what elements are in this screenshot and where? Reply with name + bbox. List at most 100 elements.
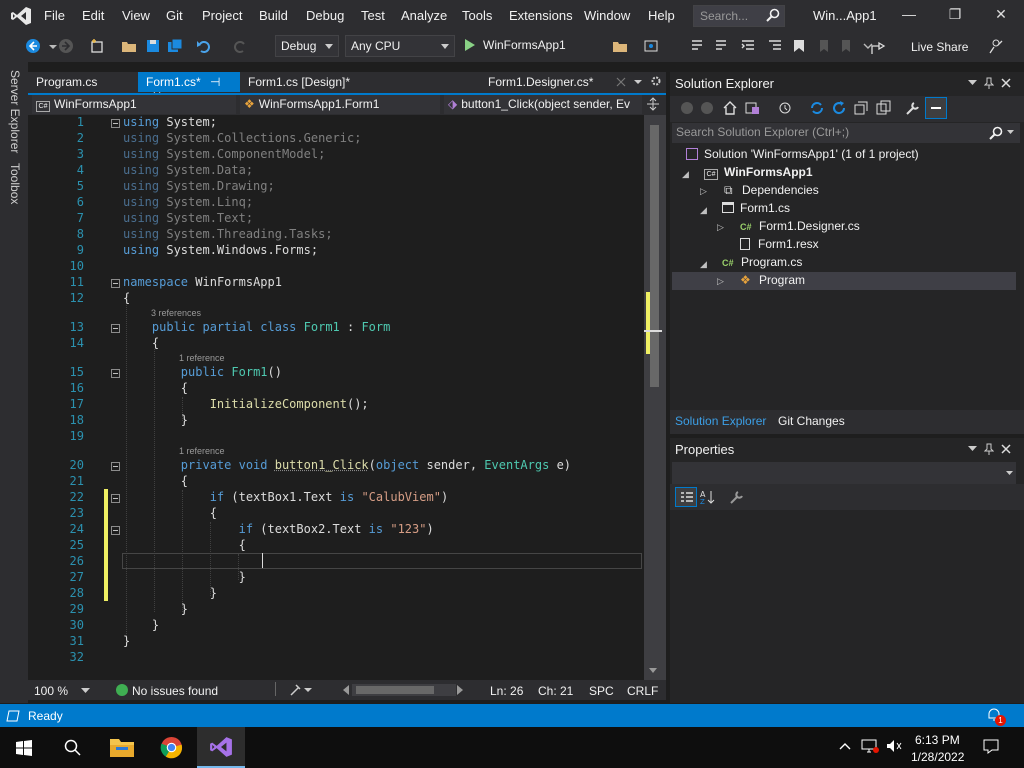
- undo-icon[interactable]: [196, 38, 212, 54]
- project-navigation-dropdown[interactable]: C# WinFormsApp1: [32, 95, 236, 114]
- tree-item-solution[interactable]: Solution 'WinFormsApp1' (1 of 1 project): [686, 147, 919, 161]
- open-folder-icon[interactable]: [121, 38, 137, 54]
- menu-extensions[interactable]: Extensions: [509, 8, 573, 23]
- tree-item-project[interactable]: C# WinFormsApp1: [704, 165, 813, 180]
- search-icon[interactable]: [64, 739, 81, 756]
- start-debugging-icon[interactable]: [465, 39, 475, 51]
- tab-form1-designer-cs[interactable]: Form1.Designer.cs*: [480, 72, 630, 92]
- close-panel-icon[interactable]: [1001, 444, 1011, 454]
- configuration-dropdown[interactable]: Debug: [275, 35, 339, 57]
- preview-selected-items-button[interactable]: [925, 97, 947, 119]
- tab-solution-explorer[interactable]: Solution Explorer: [675, 414, 766, 428]
- type-navigation-dropdown[interactable]: ❖ WinFormsApp1.Form1: [240, 95, 440, 114]
- codelens-references[interactable]: 1 reference: [179, 446, 225, 456]
- menu-file[interactable]: File: [44, 8, 65, 23]
- menu-window[interactable]: Window: [584, 8, 630, 23]
- tree-item-form1-designer-cs[interactable]: C# Form1.Designer.cs: [740, 219, 860, 233]
- panel-menu-icon[interactable]: [968, 80, 977, 86]
- alphabetical-sort-icon[interactable]: AZ: [700, 489, 716, 505]
- solution-explorer-search-input[interactable]: Search Solution Explorer (Ctrl+;): [672, 123, 1020, 143]
- pin-icon[interactable]: [984, 443, 994, 455]
- save-icon[interactable]: [145, 38, 161, 54]
- chevron-down-icon[interactable]: [81, 688, 90, 694]
- tab-form1-cs[interactable]: Form1.cs* ⊣✕: [138, 72, 240, 103]
- chrome-taskbar-button[interactable]: [148, 727, 196, 768]
- menu-build[interactable]: Build: [259, 8, 288, 23]
- tree-item-dependencies[interactable]: ⧉ Dependencies: [724, 183, 819, 198]
- split-window-icon[interactable]: [646, 97, 660, 111]
- menu-test[interactable]: Test: [361, 8, 385, 23]
- maximize-button[interactable]: ❐: [940, 6, 970, 26]
- toolbox-tab[interactable]: Toolbox: [8, 163, 22, 204]
- browser-link-icon[interactable]: [643, 38, 659, 54]
- sync-with-active-document-icon[interactable]: [809, 100, 825, 116]
- pending-changes-filter-icon[interactable]: [777, 100, 793, 116]
- scroll-left-icon[interactable]: [342, 685, 350, 695]
- pin-tab-icon[interactable]: ⊣: [210, 75, 220, 89]
- refresh-icon[interactable]: [831, 100, 847, 116]
- collapse-all-icon[interactable]: [853, 100, 869, 116]
- categorized-button[interactable]: [675, 487, 697, 507]
- close-window-button[interactable]: ✕: [986, 6, 1016, 26]
- menu-view[interactable]: View: [122, 8, 150, 23]
- property-pages-wrench-icon[interactable]: [729, 489, 745, 505]
- feedback-icon[interactable]: [988, 38, 1004, 54]
- prev-bookmark-icon[interactable]: [816, 38, 832, 54]
- indent-icon[interactable]: [740, 38, 756, 54]
- volume-icon[interactable]: [886, 739, 902, 753]
- expanded-arrow-icon[interactable]: ◢: [700, 259, 707, 270]
- close-tab-icon[interactable]: [616, 77, 626, 87]
- tab-git-changes[interactable]: Git Changes: [778, 414, 845, 428]
- live-share-button[interactable]: Live Share: [911, 40, 968, 54]
- platform-dropdown[interactable]: Any CPU: [345, 35, 455, 57]
- line-ending-indicator[interactable]: CRLF: [627, 684, 658, 698]
- issues-indicator[interactable]: No issues found: [132, 684, 218, 698]
- collapsed-arrow-icon[interactable]: ▷: [717, 222, 724, 233]
- forward-icon[interactable]: [58, 38, 74, 54]
- redo-icon[interactable]: [232, 38, 248, 54]
- tab-program-cs[interactable]: Program.cs: [28, 72, 138, 92]
- new-project-icon[interactable]: [89, 38, 105, 54]
- tree-item-form1-resx[interactable]: Form1.resx: [740, 237, 819, 251]
- panel-menu-icon[interactable]: [968, 446, 977, 452]
- expanded-arrow-icon[interactable]: ◢: [682, 169, 689, 180]
- visual-studio-taskbar-button[interactable]: [197, 727, 245, 768]
- comment-icon[interactable]: [713, 38, 729, 54]
- tree-item-program-class[interactable]: ❖ Program: [740, 273, 805, 287]
- scroll-down-icon[interactable]: [648, 667, 658, 675]
- home-icon[interactable]: [722, 100, 738, 116]
- step-into-icon[interactable]: [689, 38, 705, 54]
- server-explorer-tab[interactable]: Server Explorer: [8, 70, 22, 153]
- clock-date[interactable]: 1/28/2022: [911, 750, 964, 764]
- bookmark-icon[interactable]: [791, 38, 807, 54]
- tab-form1-design[interactable]: Form1.cs [Design]*: [240, 72, 380, 92]
- menu-git[interactable]: Git: [166, 8, 183, 23]
- show-all-files-icon[interactable]: [875, 100, 891, 116]
- whitespace-indicator[interactable]: SPC: [589, 684, 614, 698]
- visual-studio-logo-icon[interactable]: [10, 6, 32, 26]
- codelens-references[interactable]: 1 reference: [179, 353, 225, 363]
- forward-icon[interactable]: [700, 101, 714, 115]
- next-bookmark-icon[interactable]: [838, 38, 854, 54]
- menu-help[interactable]: Help: [648, 8, 675, 23]
- save-all-icon[interactable]: [167, 38, 183, 54]
- back-icon[interactable]: [680, 101, 694, 115]
- expanded-arrow-icon[interactable]: ◢: [700, 205, 707, 216]
- scroll-right-icon[interactable]: [456, 685, 464, 695]
- outdent-icon[interactable]: [767, 38, 783, 54]
- tree-item-form1-cs[interactable]: Form1.cs: [722, 201, 790, 215]
- back-icon[interactable]: [25, 38, 41, 54]
- zoom-level-dropdown[interactable]: 100 %: [34, 684, 68, 698]
- menu-tools[interactable]: Tools: [462, 8, 492, 23]
- network-icon[interactable]: [861, 739, 879, 753]
- menu-project[interactable]: Project: [202, 8, 242, 23]
- chevron-down-icon[interactable]: [1006, 471, 1013, 476]
- collapsed-arrow-icon[interactable]: ▷: [717, 276, 724, 287]
- output-window-icon[interactable]: [6, 710, 20, 722]
- menu-debug[interactable]: Debug: [306, 8, 344, 23]
- scrollbar-thumb[interactable]: [650, 125, 659, 387]
- minimize-button[interactable]: —: [894, 6, 924, 26]
- action-center-icon[interactable]: [983, 739, 999, 754]
- search-options-icon[interactable]: [1007, 130, 1014, 135]
- properties-object-dropdown[interactable]: [672, 462, 1016, 484]
